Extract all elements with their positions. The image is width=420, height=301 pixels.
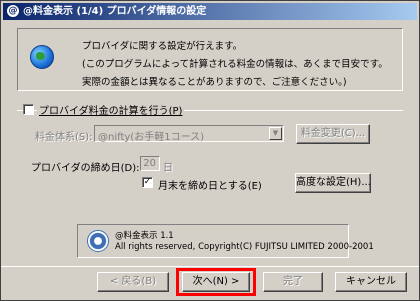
change-plan-button[interactable]: 料金変更(C)... [296,124,370,144]
closing-day-input[interactable]: 20 [140,156,160,171]
about-version: @料金表示 1.1 [115,231,174,241]
about-panel: @料金表示 1.1 All rights reserved, Copyright… [77,224,374,258]
highlight-frame [176,268,256,296]
cancel-button[interactable]: キャンセル [335,272,407,292]
info-line-2: (このプログラムによって計算される料金の情報は、あくまで目安です。 [82,59,388,70]
chevron-down-icon[interactable]: ▼ [269,127,282,140]
title-bar: @ @料金表示 (1/4) プロバイダ情報の設定 [3,3,417,20]
finish-button[interactable]: 完了 [263,272,323,292]
about-copyright: All rights reserved, Copyright(C) FUJITS… [115,242,374,252]
app-logo-icon [87,230,109,252]
window-title: @料金表示 (1/4) プロバイダ情報の設定 [23,6,207,17]
fee-calc-checkbox[interactable] [23,104,34,115]
app-icon: @ [6,4,20,18]
globe-icon [30,45,54,69]
closing-day-label: プロバイダの締め日(D): [31,163,140,174]
dialog-window: @ @料金表示 (1/4) プロバイダ情報の設定 プロバイダに関する設定が行えま… [0,0,420,301]
info-line-3: 実際の金額とは異なることがありますので、ご注意ください。) [82,77,347,88]
info-panel: プロバイダに関する設定が行えます。 (このプログラムによって計算される料金の情報… [17,28,403,91]
advanced-settings-button[interactable]: 高度な設定(H)... [295,173,371,193]
plan-label: 料金体系(S): [35,132,93,143]
footer-divider [1,266,419,267]
back-button[interactable]: < 戻る(B) [97,272,169,292]
plan-select-value: @nifty(お手軽1コース) [98,132,204,143]
closing-day-unit: 日 [163,163,173,174]
fee-calc-checkbox-label[interactable]: プロバイダ料金の計算を行う(P) [37,102,185,117]
plan-select[interactable]: @nifty(お手軽1コース) ▼ [94,125,284,143]
month-end-checkbox[interactable]: ✓ [142,177,153,188]
month-end-label[interactable]: 月末を締め日とする(E) [158,177,262,192]
info-line-1: プロバイダに関する設定が行えます。 [82,41,243,52]
